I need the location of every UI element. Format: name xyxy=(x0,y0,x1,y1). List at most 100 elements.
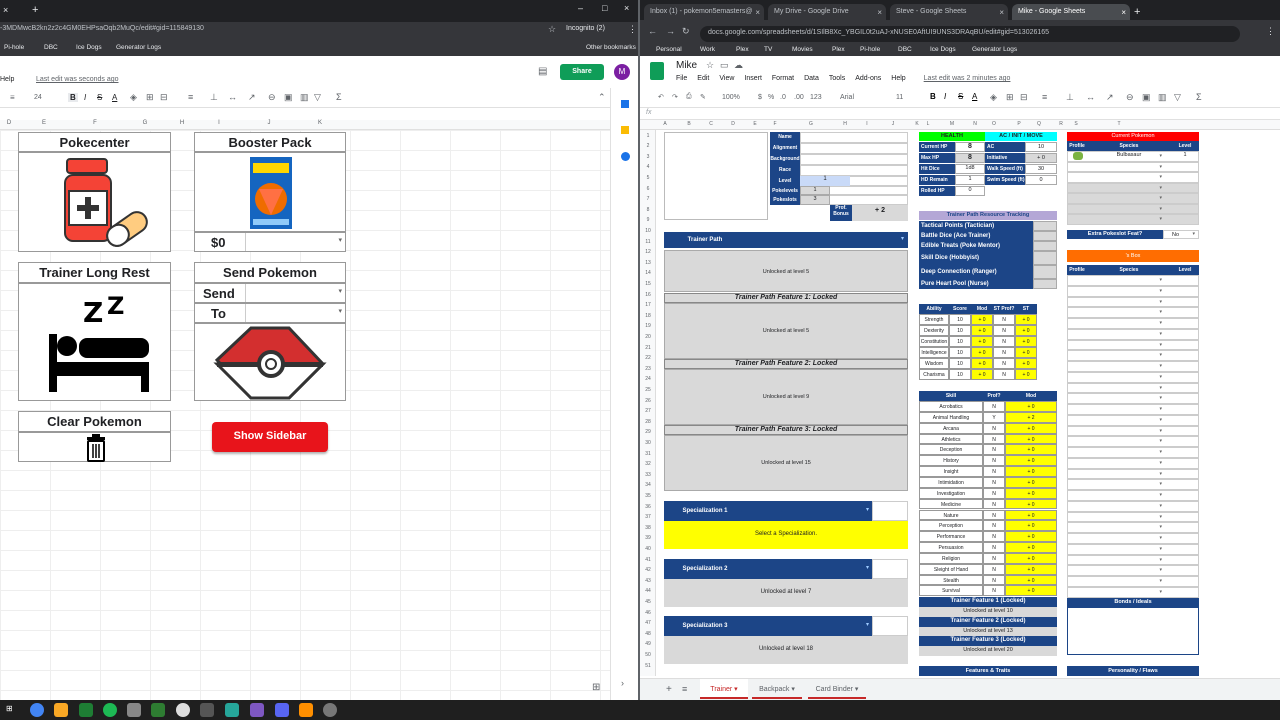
box-row[interactable]: ▾ xyxy=(1067,554,1199,566)
valign-icon[interactable]: ⊥ xyxy=(210,92,218,103)
row-number[interactable]: 36 xyxy=(640,504,656,510)
spotify-icon[interactable] xyxy=(103,703,117,717)
star-icon[interactable]: ☆ xyxy=(548,24,556,35)
minimize-icon[interactable]: – xyxy=(578,3,583,13)
booster-select[interactable]: ▾ xyxy=(245,233,345,251)
char-field[interactable] xyxy=(800,165,908,176)
col-header[interactable]: L xyxy=(919,121,937,127)
discord-icon[interactable] xyxy=(275,703,289,717)
row-number[interactable]: 19 xyxy=(640,323,656,329)
row-number[interactable]: 1 xyxy=(640,133,656,139)
row-number[interactable]: 18 xyxy=(640,313,656,319)
row-number[interactable]: 50 xyxy=(640,652,656,658)
borders-icon[interactable]: ⊞ xyxy=(146,92,154,103)
row-number[interactable]: 40 xyxy=(640,546,656,552)
col-header[interactable]: T xyxy=(1110,121,1128,127)
ac-value[interactable]: 30 xyxy=(1025,164,1057,174)
box-row[interactable]: ▾ xyxy=(1067,468,1199,480)
row-number[interactable]: 42 xyxy=(640,567,656,573)
halign-icon[interactable]: ≡ xyxy=(188,92,193,102)
right-url[interactable]: docs.google.com/spreadsheets/d/1SIlB8Xc_… xyxy=(700,26,1240,42)
health-value[interactable]: 0 xyxy=(955,186,985,196)
app-icon[interactable] xyxy=(200,703,214,717)
last-edit-link[interactable]: Last edit was 2 minutes ago xyxy=(924,75,1011,82)
skill-cell[interactable]: N xyxy=(983,520,1005,532)
more-menu-icon[interactable]: ⋮ xyxy=(628,24,637,35)
pokemon-row[interactable]: ▾ xyxy=(1067,193,1199,204)
share-button[interactable]: Share xyxy=(560,64,604,80)
calendar-icon[interactable] xyxy=(621,100,629,108)
bold-icon[interactable]: B xyxy=(930,92,936,101)
box-row[interactable]: ▾ xyxy=(1067,522,1199,533)
comment-icon[interactable]: ▤ xyxy=(538,66,547,77)
skill-cell[interactable]: N xyxy=(983,455,1005,467)
row-number[interactable]: 8 xyxy=(640,207,656,213)
row-number[interactable]: 45 xyxy=(640,599,656,605)
box-row[interactable]: ▾ xyxy=(1067,533,1199,544)
expand-panel-icon[interactable]: › xyxy=(621,678,624,688)
row-number[interactable]: 28 xyxy=(640,419,656,425)
new-tab-icon[interactable]: + xyxy=(1134,6,1140,18)
vlc-icon[interactable] xyxy=(299,703,313,717)
long-rest-button[interactable]: Z Z xyxy=(18,283,171,401)
ability-cell[interactable]: N xyxy=(993,325,1015,336)
row-number[interactable]: 26 xyxy=(640,398,656,404)
tab-close-icon[interactable]: × xyxy=(999,8,1004,17)
box-row[interactable]: ▾ xyxy=(1067,371,1199,383)
menu-format[interactable]: Format xyxy=(772,75,794,82)
health-value[interactable]: 1d8 xyxy=(955,164,985,174)
box-row[interactable]: ▾ xyxy=(1067,576,1199,587)
more-menu-icon[interactable]: ⋮ xyxy=(1266,26,1275,37)
col-header[interactable]: D xyxy=(0,120,18,130)
box-row[interactable]: ▾ xyxy=(1067,543,1199,555)
app-icon[interactable] xyxy=(176,703,190,717)
skill-cell[interactable]: N xyxy=(983,487,1005,499)
row-number[interactable]: 4 xyxy=(640,164,656,170)
row-number[interactable]: 12 xyxy=(640,249,656,255)
char-field[interactable] xyxy=(800,143,908,154)
box-row[interactable]: ▾ xyxy=(1067,479,1199,490)
paint-format-icon[interactable]: ✎ xyxy=(700,93,706,101)
spec1-select[interactable]: ▾ xyxy=(746,501,872,521)
forward-icon[interactable]: → xyxy=(666,26,675,36)
skill-cell[interactable]: N xyxy=(983,476,1005,488)
row-number[interactable]: 46 xyxy=(640,610,656,616)
row-number[interactable]: 39 xyxy=(640,535,656,541)
chrome-icon[interactable] xyxy=(30,703,44,717)
box-row[interactable]: ▾ xyxy=(1067,511,1199,523)
wrap-icon[interactable]: ↔ xyxy=(1086,92,1095,102)
col-header[interactable]: Q xyxy=(1030,121,1048,127)
borders-icon[interactable]: ⊞ xyxy=(1006,92,1014,103)
row-number[interactable]: 23 xyxy=(640,366,656,372)
row-number[interactable]: 29 xyxy=(640,429,656,435)
back-icon[interactable]: ← xyxy=(648,26,657,36)
maximize-icon[interactable]: □ xyxy=(602,3,607,13)
increase-decimal-button[interactable]: .00 xyxy=(794,94,804,101)
col-header[interactable]: A xyxy=(656,121,674,127)
left-url[interactable]: -3MDMwcB2kn2z2c4GM0EHPsaOqb2MuQc/edit#gi… xyxy=(0,25,204,32)
keep-icon[interactable] xyxy=(621,126,629,134)
ac-value[interactable]: 10 xyxy=(1025,142,1057,152)
more-formats-button[interactable]: 123 xyxy=(810,94,822,101)
char-field[interactable] xyxy=(800,154,908,165)
skill-cell[interactable]: N xyxy=(983,509,1005,521)
rotate-icon[interactable]: ↗ xyxy=(1106,92,1114,103)
row-number[interactable]: 15 xyxy=(640,281,656,287)
rotate-icon[interactable]: ↗ xyxy=(248,92,256,103)
row-number[interactable]: 13 xyxy=(640,260,656,266)
ability-cell[interactable]: 10 xyxy=(949,358,971,369)
bookmark[interactable]: DBC xyxy=(44,40,58,56)
send-select[interactable]: ▾ xyxy=(245,284,345,302)
app-icon[interactable] xyxy=(127,703,141,717)
col-header[interactable]: B xyxy=(680,121,698,127)
row-number[interactable]: 33 xyxy=(640,472,656,478)
sheet-tab-trainer[interactable]: Trainer ▾ xyxy=(700,679,748,699)
ability-cell[interactable]: N xyxy=(993,314,1015,325)
reload-icon[interactable]: ↻ xyxy=(682,26,690,37)
ability-cell[interactable]: 10 xyxy=(949,369,971,380)
collapse-toolbar-icon[interactable]: ⌃ xyxy=(598,92,606,103)
row-number[interactable]: 49 xyxy=(640,641,656,647)
ability-cell[interactable]: N xyxy=(993,336,1015,347)
last-edit-link[interactable]: Last edit was seconds ago xyxy=(36,76,119,83)
file-explorer-icon[interactable] xyxy=(54,703,68,717)
